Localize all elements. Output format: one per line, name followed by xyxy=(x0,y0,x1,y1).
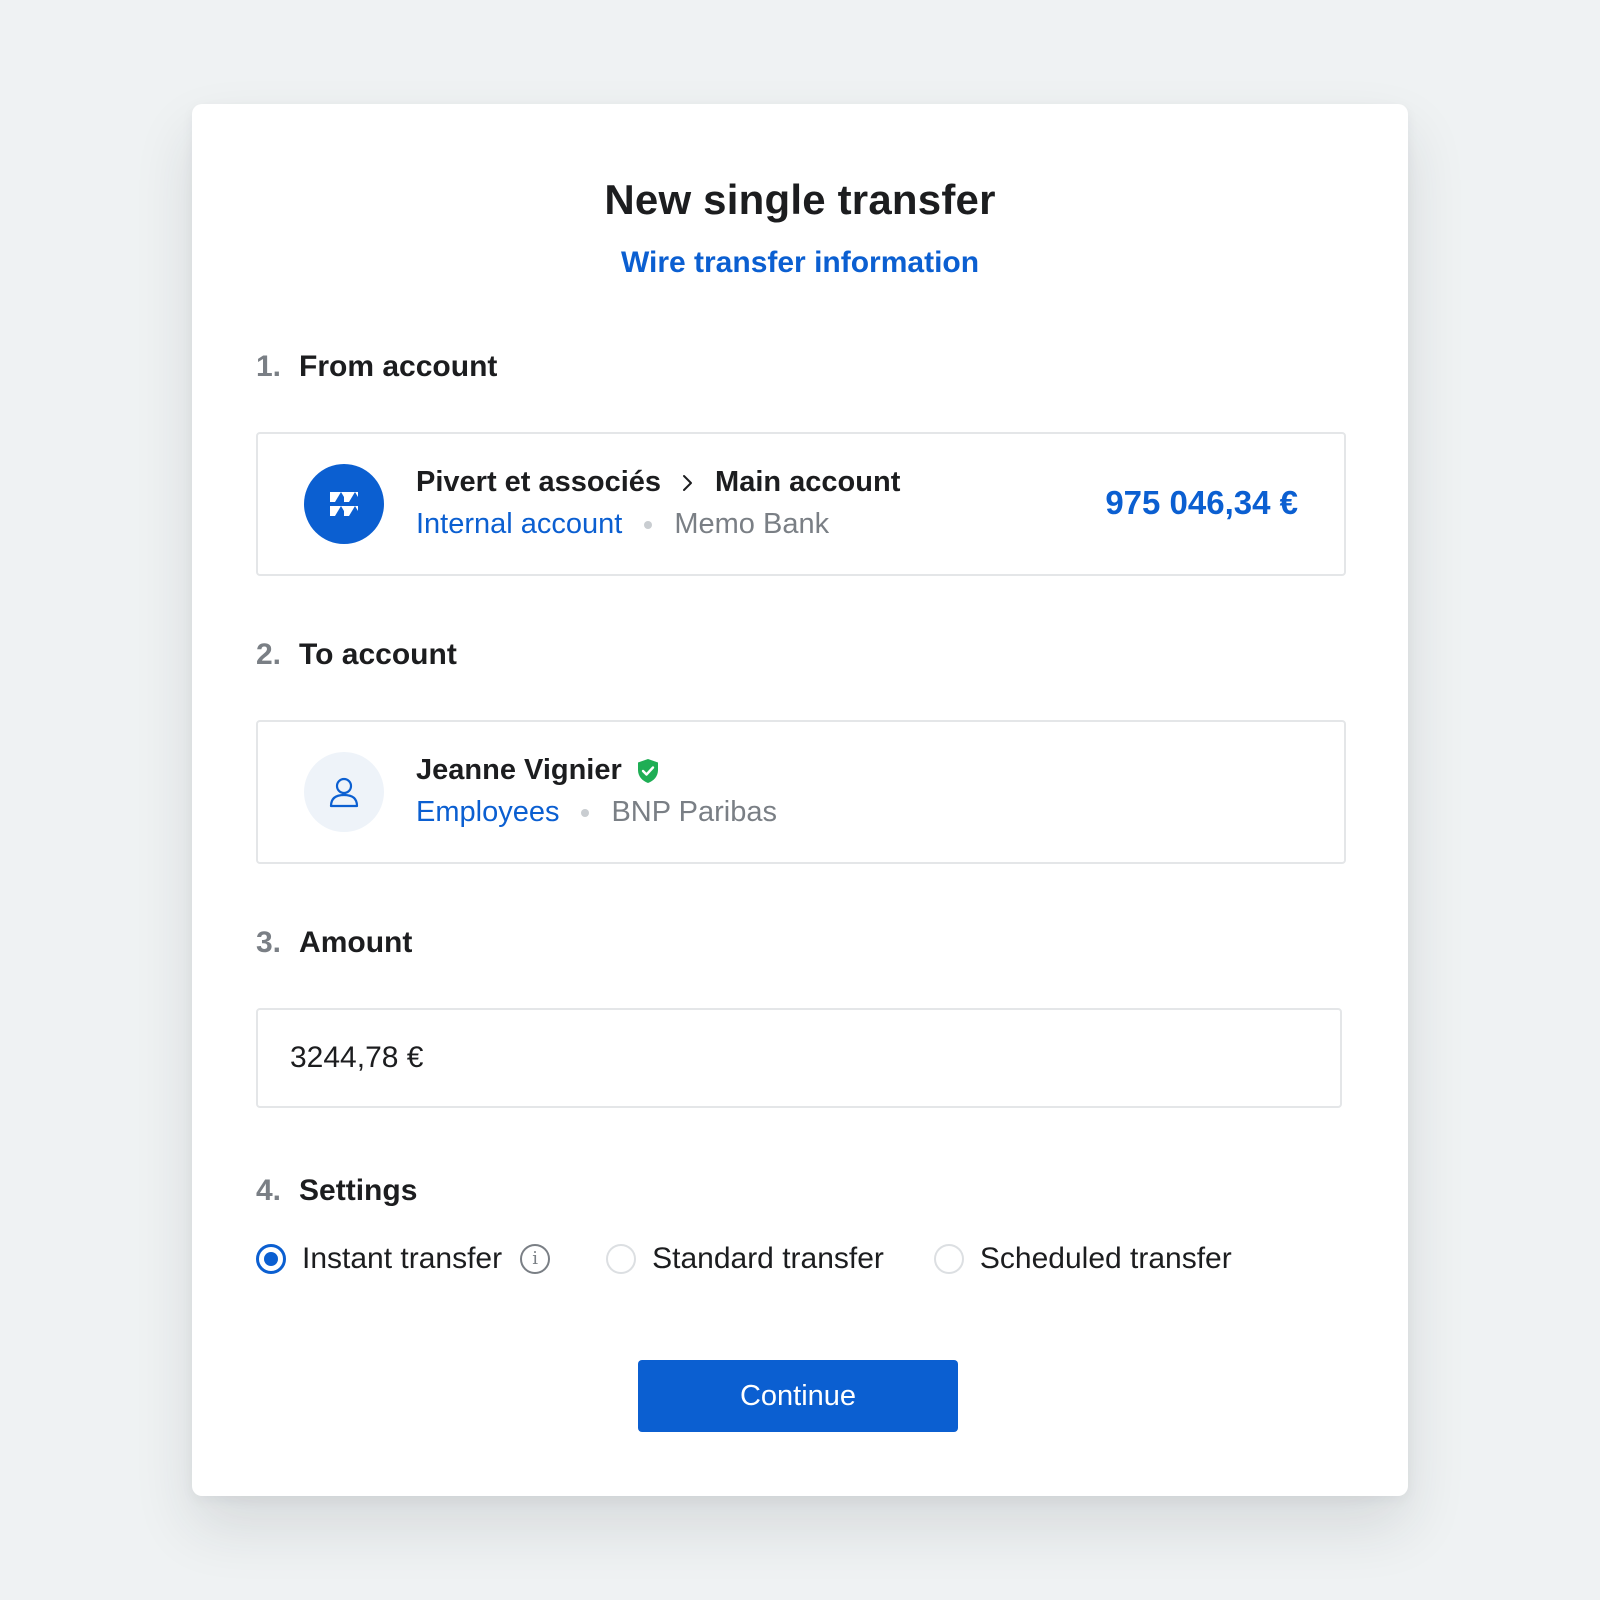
recipient-title: Jeanne Vignier xyxy=(416,754,660,787)
step-settings-heading: 4. Settings xyxy=(256,1174,417,1208)
step-to-account-heading: 2. To account xyxy=(256,638,457,672)
verified-shield-icon xyxy=(636,758,660,784)
separator-dot xyxy=(644,520,653,529)
step-number: 3. xyxy=(256,926,282,959)
account-type: Internal account xyxy=(416,508,623,540)
separator-dot xyxy=(581,808,590,817)
recipient-name: Jeanne Vignier xyxy=(416,754,622,786)
step-number: 4. xyxy=(256,1174,282,1207)
step-number: 1. xyxy=(256,350,282,383)
step-number: 2. xyxy=(256,638,282,671)
page-subtitle: Wire transfer information xyxy=(620,246,980,279)
step-amount-heading: 3. Amount xyxy=(256,926,412,960)
amount-input[interactable] xyxy=(256,1008,1342,1108)
transfer-card: New single transfer Wire transfer inform… xyxy=(192,104,1408,1496)
info-icon[interactable]: i xyxy=(520,1244,551,1274)
transfer-type-radio-group: Instant transfer i Standard transfer Sch… xyxy=(256,1242,1232,1276)
step-label: From account xyxy=(299,350,498,383)
radio-selected[interactable] xyxy=(256,1244,286,1274)
recipient-group: Employees xyxy=(416,796,560,828)
step-label: To account xyxy=(299,638,457,671)
scheduled-transfer-option[interactable]: Scheduled transfer xyxy=(933,1242,1232,1276)
memo-bank-logo-icon xyxy=(304,464,384,544)
step-label: Amount xyxy=(299,926,413,959)
step-label: Settings xyxy=(299,1174,418,1207)
from-account-selector[interactable]: Pivert et associés Main account Internal… xyxy=(256,432,1346,576)
recipient-bank: BNP Paribas xyxy=(611,796,777,828)
bank-name: Memo Bank xyxy=(674,508,830,540)
option-label: Standard transfer xyxy=(652,1242,884,1275)
instant-transfer-option[interactable]: Instant transfer i xyxy=(256,1242,551,1276)
option-label: Instant transfer xyxy=(302,1242,503,1275)
account-name: Main account xyxy=(715,466,901,498)
to-account-selector[interactable]: Jeanne Vignier Employees BNP Paribas xyxy=(256,720,1346,864)
person-icon xyxy=(304,752,384,832)
account-balance: 975 046,34 € xyxy=(1105,484,1298,521)
recipient-details: Employees BNP Paribas xyxy=(416,796,777,829)
from-account-title: Pivert et associés Main account xyxy=(416,466,900,499)
page-title: New single transfer xyxy=(604,176,996,223)
step-from-account-heading: 1. From account xyxy=(256,350,497,384)
radio-unselected[interactable] xyxy=(933,1244,964,1274)
option-label: Scheduled transfer xyxy=(979,1242,1232,1275)
radio-unselected[interactable] xyxy=(606,1244,637,1274)
continue-button[interactable]: Continue xyxy=(638,1360,958,1432)
standard-transfer-option[interactable]: Standard transfer xyxy=(606,1242,884,1276)
chevron-right-icon xyxy=(681,473,695,493)
company-name: Pivert et associés xyxy=(416,466,662,498)
from-account-details: Internal account Memo Bank xyxy=(416,508,829,541)
